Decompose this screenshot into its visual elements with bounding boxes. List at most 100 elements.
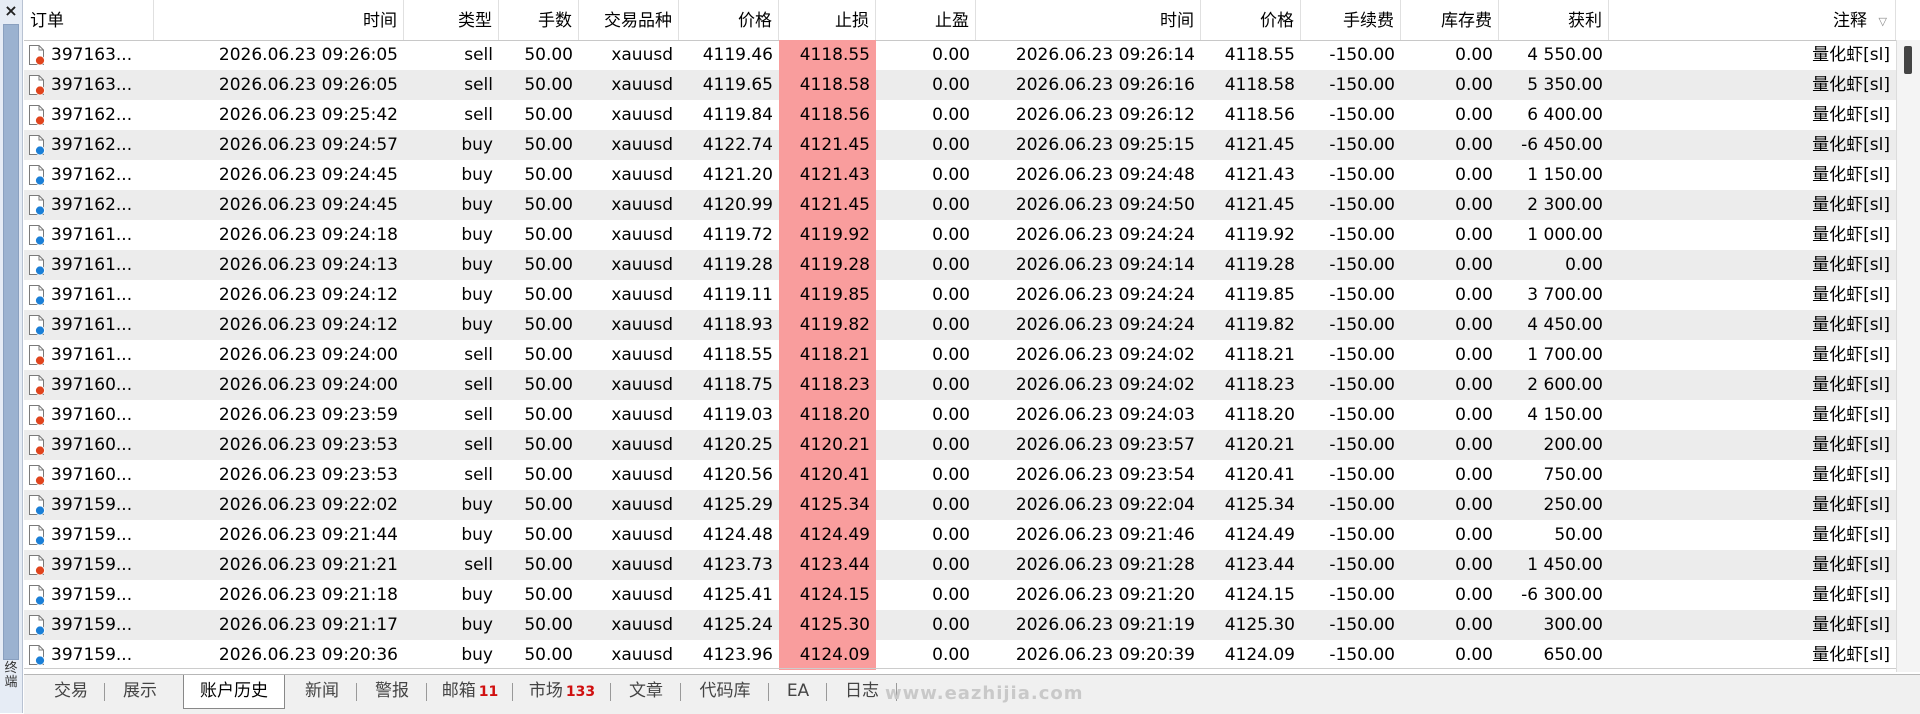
table-row[interactable]: 397159... 2026.06.23 09:20:36 buy 50.00 xauu…	[24, 640, 1896, 670]
swap-value: 0.00	[1455, 615, 1493, 635]
stop-loss-value: 4121.45	[799, 195, 870, 215]
tab-6[interactable]: 市场 133	[514, 675, 610, 707]
close-icon[interactable]: ×	[3, 2, 19, 20]
table-row[interactable]: 397159... 2026.06.23 09:21:18 buy 50.00 xauu…	[24, 580, 1896, 610]
order-value: 397159...	[51, 585, 133, 605]
close-time-value: 2026.06.23 09:21:46	[1015, 525, 1195, 545]
table-row[interactable]: 397162... 2026.06.23 09:25:42 sell 50.00 xau…	[24, 100, 1896, 130]
swap-value: 0.00	[1455, 165, 1493, 185]
tab-4[interactable]: 警报	[358, 675, 426, 707]
column-header-order[interactable]: 订单	[24, 0, 154, 40]
lots-value: 50.00	[524, 315, 573, 335]
table-row[interactable]: 397159... 2026.06.23 09:21:17 buy 50.00 xauu…	[24, 610, 1896, 640]
price-value: 4119.11	[702, 285, 773, 305]
column-header-price[interactable]: 价格	[679, 0, 779, 40]
cell-close-price: 4118.23	[1201, 370, 1301, 400]
type-value: buy	[461, 495, 493, 515]
cell-close-price: 4118.20	[1201, 400, 1301, 430]
table-row[interactable]: 397162... 2026.06.23 09:24:45 buy 50.00 xauu…	[24, 160, 1896, 190]
tab-2[interactable]: 账户历史	[183, 675, 285, 709]
cell-comment: 量化虾[sl]	[1609, 370, 1896, 400]
swap-value: 0.00	[1455, 225, 1493, 245]
column-header-stop-loss[interactable]: 止损	[779, 0, 876, 40]
close-price-value: 4124.49	[1224, 525, 1295, 545]
cell-price: 4120.56	[679, 460, 779, 490]
column-header-comment[interactable]: 注释 ▽	[1609, 0, 1896, 40]
column-header-lots[interactable]: 手数	[499, 0, 579, 40]
cell-swap: 0.00	[1401, 310, 1499, 340]
table-row[interactable]: 397160... 2026.06.23 09:23:53 sell 50.00 xau…	[24, 460, 1896, 490]
cell-close-price: 4120.21	[1201, 430, 1301, 460]
profit-value: 4 550.00	[1527, 45, 1603, 65]
profit-value: 2 600.00	[1527, 375, 1603, 395]
profit-value: 6 400.00	[1527, 105, 1603, 125]
cell-price: 4122.74	[679, 130, 779, 160]
price-value: 4119.65	[702, 75, 773, 95]
table-row[interactable]: 397161... 2026.06.23 09:24:18 buy 50.00 xauu…	[24, 220, 1896, 250]
column-header-symbol[interactable]: 交易品种	[579, 0, 679, 40]
tab-8[interactable]: 代码库	[682, 675, 768, 707]
cell-open-time: 2026.06.23 09:23:53	[154, 460, 404, 490]
stop-loss-value: 4125.34	[799, 495, 870, 515]
cell-price: 4120.25	[679, 430, 779, 460]
cell-type: buy	[404, 490, 499, 520]
table-row[interactable]: 397162... 2026.06.23 09:24:57 buy 50.00 xauu…	[24, 130, 1896, 160]
cell-close-price: 4124.49	[1201, 520, 1301, 550]
table-row[interactable]: 397160... 2026.06.23 09:23:53 sell 50.00 xau…	[24, 430, 1896, 460]
panel-drag-handle[interactable]	[3, 24, 19, 660]
column-header-swap[interactable]: 库存费	[1401, 0, 1499, 40]
cell-commission: -150.00	[1301, 640, 1401, 670]
column-header-profit[interactable]: 获利	[1499, 0, 1609, 40]
table-row[interactable]: 397161... 2026.06.23 09:24:00 sell 50.00 xau…	[24, 340, 1896, 370]
tab-7[interactable]: 文章	[612, 675, 680, 707]
table-row[interactable]: 397162... 2026.06.23 09:24:45 buy 50.00 xauu…	[24, 190, 1896, 220]
table-row[interactable]: 397160... 2026.06.23 09:23:59 sell 50.00 xau…	[24, 400, 1896, 430]
vertical-scrollbar[interactable]	[1896, 40, 1920, 672]
table-row[interactable]: 397159... 2026.06.23 09:21:21 sell 50.00 xau…	[24, 550, 1896, 580]
cell-price: 4118.75	[679, 370, 779, 400]
tab-1[interactable]: 展示	[106, 675, 174, 707]
cell-close-price: 4121.45	[1201, 130, 1301, 160]
tab-3[interactable]: 新闻	[288, 675, 356, 707]
column-header-type[interactable]: 类型	[404, 0, 499, 40]
tab-0[interactable]: 交易	[38, 675, 104, 707]
cell-close-time: 2026.06.23 09:23:57	[976, 430, 1201, 460]
table-row[interactable]: 397161... 2026.06.23 09:24:12 buy 50.00 xauu…	[24, 310, 1896, 340]
table-row[interactable]: 397161... 2026.06.23 09:24:12 buy 50.00 xauu…	[24, 280, 1896, 310]
close-price-value: 4118.21	[1224, 345, 1295, 365]
cell-order: 397163...	[24, 40, 154, 70]
table-row[interactable]: 397159... 2026.06.23 09:21:44 buy 50.00 xauu…	[24, 520, 1896, 550]
symbol-value: xauusd	[611, 465, 673, 485]
column-header-close-price[interactable]: 价格	[1201, 0, 1301, 40]
cell-comment: 量化虾[sl]	[1609, 250, 1896, 280]
table-row[interactable]: 397159... 2026.06.23 09:22:02 buy 50.00 xauu…	[24, 490, 1896, 520]
table-row[interactable]: 397161... 2026.06.23 09:24:13 buy 50.00 xauu…	[24, 250, 1896, 280]
symbol-value: xauusd	[611, 105, 673, 125]
cell-commission: -150.00	[1301, 490, 1401, 520]
cell-symbol: xauusd	[579, 190, 679, 220]
tab-separator	[426, 683, 427, 701]
column-header-close-time[interactable]: 时间	[976, 0, 1201, 40]
cell-price: 4125.41	[679, 580, 779, 610]
comment-value: 量化虾[sl]	[1812, 375, 1890, 395]
take-profit-value: 0.00	[932, 615, 970, 635]
tab-9[interactable]: EA	[770, 675, 826, 707]
column-header-commission[interactable]: 手续费	[1301, 0, 1401, 40]
table-row[interactable]: 397163... 2026.06.23 09:26:05 sell 50.00 xau…	[24, 70, 1896, 100]
scrollbar-thumb[interactable]	[1904, 46, 1912, 74]
symbol-value: xauusd	[611, 375, 673, 395]
comment-value: 量化虾[sl]	[1812, 105, 1890, 125]
lots-value: 50.00	[524, 435, 573, 455]
cell-open-time: 2026.06.23 09:22:02	[154, 490, 404, 520]
cell-swap: 0.00	[1401, 460, 1499, 490]
tab-5[interactable]: 邮箱 11	[428, 675, 512, 707]
column-header-take-profit[interactable]: 止盈	[876, 0, 976, 40]
table-row[interactable]: 397163... 2026.06.23 09:26:05 sell 50.00 xau…	[24, 40, 1896, 70]
table-row[interactable]: 397160... 2026.06.23 09:24:00 sell 50.00 xau…	[24, 370, 1896, 400]
cell-commission: -150.00	[1301, 370, 1401, 400]
column-header-open-time[interactable]: 时间	[154, 0, 404, 40]
price-value: 4119.46	[702, 45, 773, 65]
cell-symbol: xauusd	[579, 550, 679, 580]
cell-comment: 量化虾[sl]	[1609, 430, 1896, 460]
lots-value: 50.00	[524, 45, 573, 65]
